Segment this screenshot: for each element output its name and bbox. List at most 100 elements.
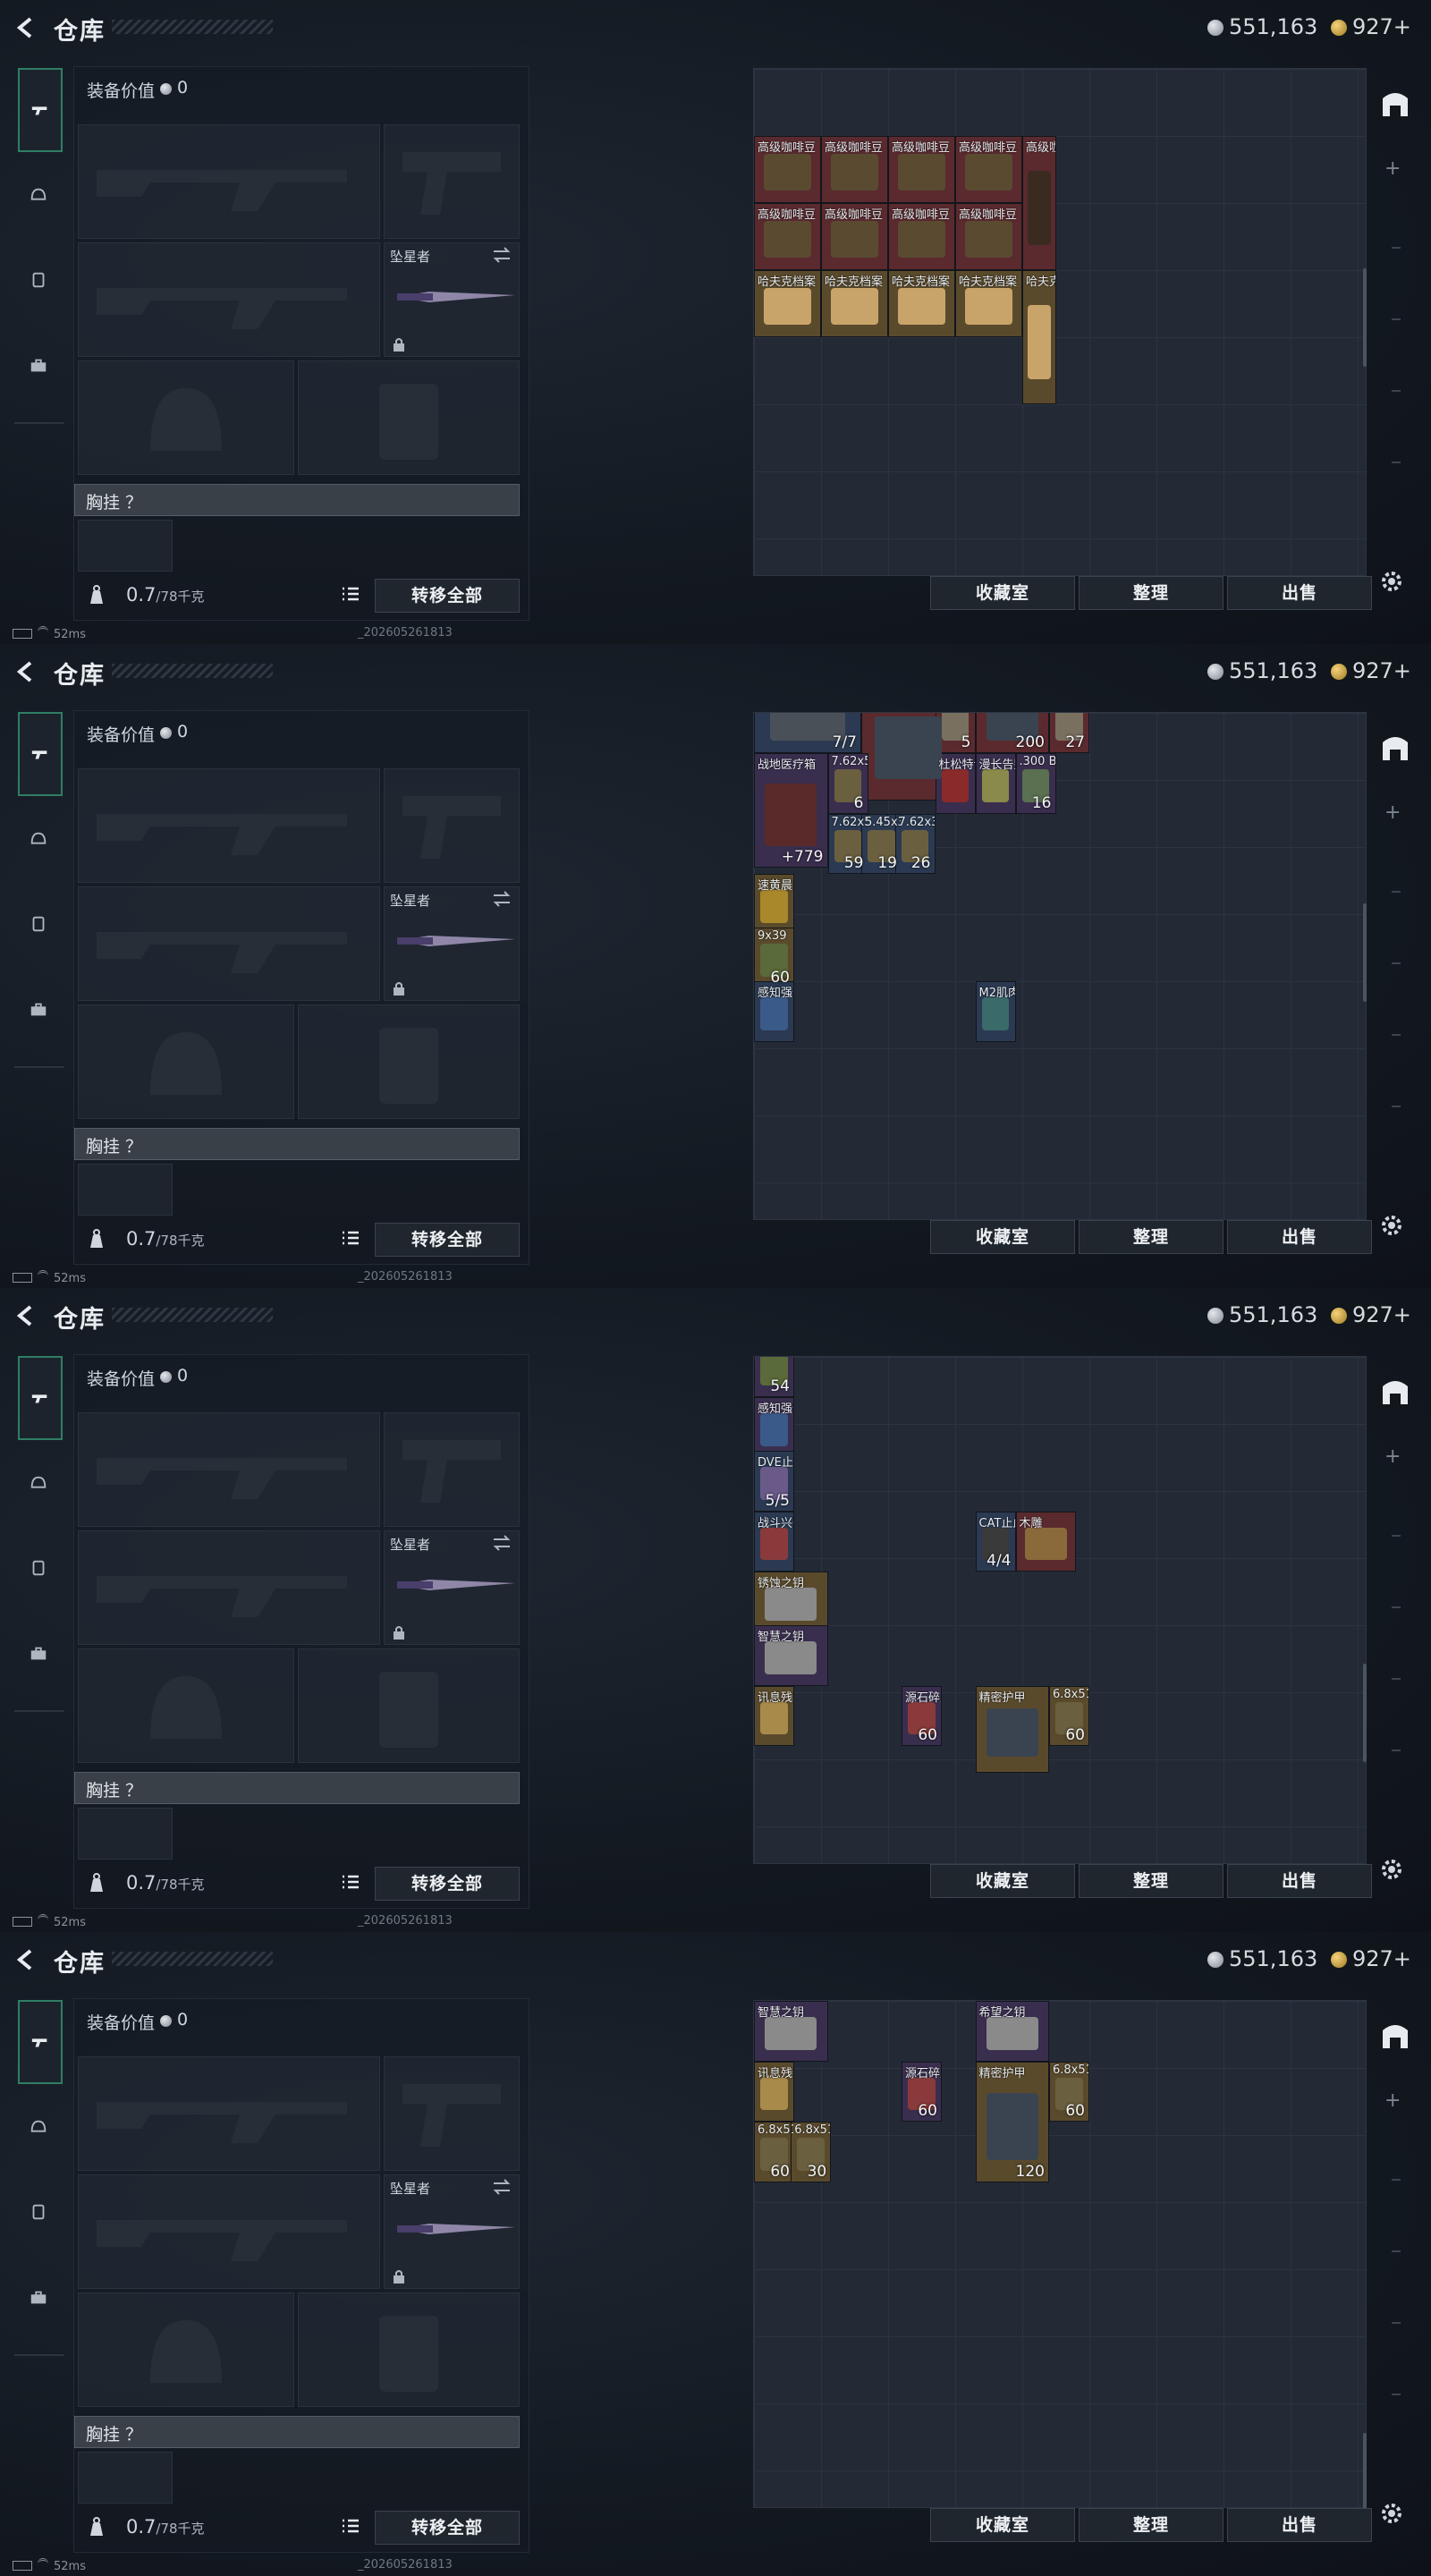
- stash-page-marker[interactable]: [1392, 1535, 1401, 1537]
- chest-rig-bar[interactable]: 胸挂 ？: [74, 484, 520, 516]
- chest-rig-slot[interactable]: [78, 2452, 173, 2504]
- primary-weapon-slot[interactable]: [78, 768, 380, 883]
- stash-item[interactable]: 哈夫克档案: [1022, 270, 1056, 404]
- swap-icon[interactable]: [492, 1535, 512, 1551]
- stash-item[interactable]: 高级咖啡豆: [1022, 136, 1056, 270]
- sell-button[interactable]: 出售: [1227, 576, 1372, 610]
- gold-balance[interactable]: 927+: [1331, 1302, 1411, 1327]
- tab-weapons[interactable]: [18, 2000, 63, 2084]
- stash-page-marker[interactable]: [1392, 390, 1401, 392]
- tab-vest[interactable]: [18, 2191, 59, 2233]
- stash-page-marker[interactable]: [1392, 2394, 1401, 2395]
- helmet-slot[interactable]: [78, 2292, 294, 2407]
- gear-icon[interactable]: [1377, 567, 1406, 596]
- melee-slot[interactable]: 坠星者: [384, 1530, 520, 1645]
- sell-button[interactable]: 出售: [1227, 2508, 1372, 2542]
- stash-item[interactable]: 高级咖啡豆: [955, 203, 1022, 270]
- tab-helmet[interactable]: [18, 175, 59, 216]
- list-icon[interactable]: [341, 586, 360, 602]
- stash-scrollbar[interactable]: [1363, 1664, 1367, 1762]
- add-stash-icon[interactable]: +: [1384, 801, 1401, 824]
- stash-item[interactable]: 9x39 60: [754, 928, 794, 988]
- melee-slot[interactable]: 坠星者: [384, 242, 520, 357]
- chest-rig-slot[interactable]: [78, 520, 173, 572]
- stash-item[interactable]: 高级咖啡豆: [821, 136, 888, 203]
- stash-item[interactable]: 希望之钥: [975, 2001, 1049, 2062]
- tab-helmet[interactable]: [18, 1463, 59, 1504]
- stash-item[interactable]: DVE止痛片 5/5: [754, 1451, 794, 1512]
- stash-page-marker[interactable]: [1392, 2250, 1401, 2252]
- tab-vest[interactable]: [18, 1547, 59, 1589]
- stash-item[interactable]: 9x3954: [754, 1357, 794, 1397]
- sell-button[interactable]: 出售: [1227, 1220, 1372, 1254]
- stash-item[interactable]: 7.62x39 26: [894, 813, 936, 874]
- sort-button[interactable]: 整理: [1079, 1864, 1224, 1898]
- transfer-all-button[interactable]: 转移全部: [375, 579, 520, 613]
- tab-vest[interactable]: [18, 903, 59, 945]
- stash-item[interactable]: CAT止血带 4/4: [975, 1511, 1016, 1572]
- stash-item[interactable]: 讯息残卷: [754, 1685, 794, 1746]
- list-icon[interactable]: [341, 1230, 360, 1246]
- gear-icon[interactable]: [1377, 1855, 1406, 1884]
- stash-page-marker[interactable]: [1392, 247, 1401, 249]
- helmet-slot[interactable]: [78, 1648, 294, 1763]
- back-icon[interactable]: [13, 1302, 39, 1329]
- transfer-all-button[interactable]: 转移全部: [375, 2511, 520, 2545]
- stash-page-marker[interactable]: [1392, 962, 1401, 964]
- stash-item[interactable]: 高级咖啡豆: [888, 203, 955, 270]
- pistol-slot[interactable]: [384, 2056, 520, 2171]
- stash-item[interactable]: M2肌肉: [975, 981, 1016, 1042]
- back-icon[interactable]: [13, 1946, 39, 1973]
- melee-slot[interactable]: 坠星者: [384, 886, 520, 1001]
- gear-icon[interactable]: [1377, 2499, 1406, 2528]
- stash-item[interactable]: 讯息残卷: [754, 2061, 794, 2122]
- stash-page-marker[interactable]: [1392, 1106, 1401, 1107]
- primary-weapon-slot[interactable]: [78, 124, 380, 239]
- tab-case[interactable]: [18, 345, 59, 386]
- stash-page-marker[interactable]: [1392, 1606, 1401, 1608]
- stash-item[interactable]: 感知强化剂: [754, 981, 794, 1042]
- helmet-slot[interactable]: [78, 360, 294, 475]
- stash-item[interactable]: 7.62x54R27: [1049, 713, 1089, 753]
- list-icon[interactable]: [341, 2518, 360, 2534]
- back-icon[interactable]: [13, 658, 39, 685]
- gold-balance[interactable]: 927+: [1331, 1946, 1411, 1971]
- sell-button[interactable]: 出售: [1227, 1864, 1372, 1898]
- vault-button[interactable]: 收藏室: [930, 576, 1075, 610]
- stash-item[interactable]: 杜松特调: [935, 753, 976, 814]
- stash-item[interactable]: 200: [975, 713, 1049, 753]
- secondary-weapon-slot[interactable]: [78, 2174, 380, 2289]
- gear-icon[interactable]: [1377, 1211, 1406, 1240]
- secondary-weapon-slot[interactable]: [78, 242, 380, 357]
- stash-page-marker[interactable]: [1392, 1034, 1401, 1036]
- tab-weapons[interactable]: [18, 1356, 63, 1440]
- vault-icon[interactable]: [1377, 1374, 1413, 1410]
- vault-button[interactable]: 收藏室: [930, 1220, 1075, 1254]
- stash-item[interactable]: 高级咖啡豆: [955, 136, 1022, 203]
- tab-vest[interactable]: [18, 259, 59, 301]
- tab-case[interactable]: [18, 989, 59, 1030]
- primary-weapon-slot[interactable]: [78, 2056, 380, 2171]
- stash-item[interactable]: 源石碎片 60: [902, 2061, 942, 2122]
- chest-rig-bar[interactable]: 胸挂 ？: [74, 2416, 520, 2448]
- transfer-all-button[interactable]: 转移全部: [375, 1867, 520, 1901]
- stash-item[interactable]: 战斗兴奋剂: [754, 1511, 794, 1572]
- stash-item[interactable]: 木雕: [1015, 1511, 1076, 1572]
- transfer-all-button[interactable]: 转移全部: [375, 1223, 520, 1257]
- vault-icon[interactable]: [1377, 730, 1413, 766]
- stash-page-marker[interactable]: [1392, 1678, 1401, 1680]
- tab-case[interactable]: [18, 1633, 59, 1674]
- stash-item[interactable]: 高级咖啡豆: [821, 203, 888, 270]
- melee-slot[interactable]: 坠星者: [384, 2174, 520, 2289]
- tab-helmet[interactable]: [18, 2107, 59, 2148]
- stash-item[interactable]: DEK手术包7/7: [754, 713, 861, 753]
- chest-rig-bar[interactable]: 胸挂 ？: [74, 1128, 520, 1160]
- stash-item[interactable]: 哈夫克档案: [754, 270, 821, 337]
- pistol-slot[interactable]: [384, 768, 520, 883]
- gold-balance[interactable]: 927+: [1331, 14, 1411, 39]
- tab-weapons[interactable]: [18, 712, 63, 796]
- vault-button[interactable]: 收藏室: [930, 2508, 1075, 2542]
- swap-icon[interactable]: [492, 891, 512, 907]
- gold-balance[interactable]: 927+: [1331, 658, 1411, 683]
- stash-item[interactable]: 精密护甲 120: [975, 2061, 1049, 2182]
